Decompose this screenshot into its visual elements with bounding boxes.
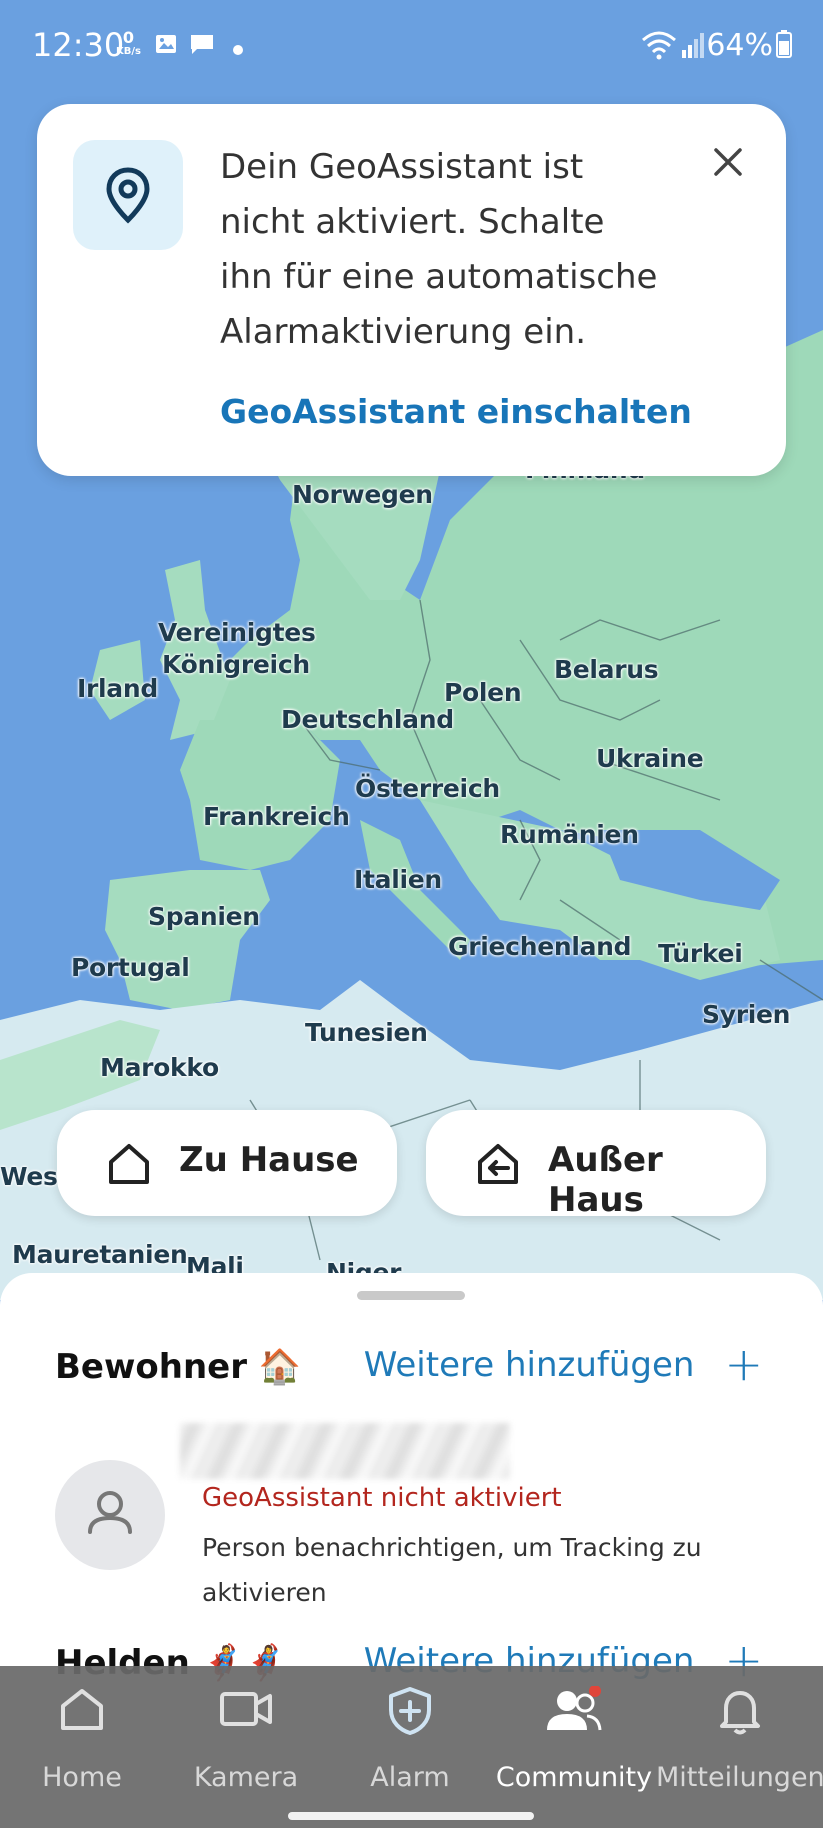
nav-home[interactable]: Home <box>0 1666 164 1816</box>
map-label-syria: Syrien <box>702 1000 791 1029</box>
home-indicator[interactable] <box>288 1812 534 1820</box>
message-icon <box>189 32 215 61</box>
home-icon <box>59 1686 105 1737</box>
map-label-uk-1: Vereinigtes <box>158 618 316 647</box>
battery-icon <box>776 30 792 63</box>
shield-plus-icon <box>387 1686 433 1741</box>
enable-geoassistant-link[interactable]: GeoAssistant einschalten <box>220 392 692 431</box>
map-label-poland: Polen <box>444 678 522 707</box>
nav-community[interactable]: Community <box>492 1666 656 1816</box>
at-home-label: Zu Hause <box>179 1140 359 1180</box>
community-icon <box>545 1685 603 1741</box>
map-label-morocco: Marokko <box>100 1053 219 1082</box>
nav-home-label: Home <box>42 1762 122 1793</box>
nav-community-label: Community <box>495 1762 653 1793</box>
add-residents-button[interactable]: Weitere hinzufügen + <box>363 1337 763 1391</box>
nav-camera-label: Kamera <box>193 1762 299 1793</box>
map-label-greece: Griechenland <box>448 932 632 961</box>
map-label-portugal: Portugal <box>71 953 190 982</box>
map-label-norway: Norwegen <box>292 480 433 509</box>
nav-notifications-label: Mitteilungen <box>656 1762 823 1793</box>
map-label-spain: Spanien <box>148 902 260 931</box>
wifi-icon <box>640 30 678 65</box>
map-label-belarus: Belarus <box>554 655 659 684</box>
map-label-turkey: Türkei <box>658 939 743 968</box>
status-time: 12:30 <box>32 26 125 64</box>
gallery-icon <box>154 32 178 61</box>
map-label-ireland: Irland <box>77 674 158 703</box>
map-label-germany: Deutschland <box>281 705 454 734</box>
map-label-uk-2: Königreich <box>162 650 310 679</box>
bottom-navigation: Home Kamera Alarm Community Mitteilungen <box>0 1666 823 1828</box>
network-speed: 0 KB/s <box>116 30 141 58</box>
bell-icon <box>717 1686 763 1741</box>
close-icon[interactable] <box>710 144 746 180</box>
battery-level: 64% <box>706 28 773 63</box>
map-label-austria: Österreich <box>355 774 500 803</box>
at-home-button[interactable]: Zu Hause <box>57 1110 397 1216</box>
geoassistant-banner: Dein GeoAssistant ist nicht aktiviert. S… <box>37 104 786 476</box>
nav-notifications[interactable]: Mitteilungen <box>656 1666 823 1816</box>
status-bar: 12:30 0 KB/s 64% <box>0 0 823 92</box>
notification-dot-icon <box>233 42 243 60</box>
map-label-tunisia: Tunesien <box>305 1018 428 1047</box>
map-label-romania: Rumänien <box>500 820 639 849</box>
resident-name-redacted <box>180 1423 510 1479</box>
nav-camera[interactable]: Kamera <box>164 1666 328 1816</box>
map-label-ukraine: Ukraine <box>596 744 704 773</box>
signal-icon <box>682 32 704 63</box>
house-icon <box>105 1140 153 1193</box>
nav-alarm[interactable]: Alarm <box>328 1666 492 1816</box>
map-label-mauritania: Mauretanien <box>12 1240 188 1269</box>
network-speed-unit: KB/s <box>116 46 141 57</box>
leave-house-icon <box>474 1140 522 1193</box>
add-residents-label: Weitere hinzufügen <box>363 1345 695 1385</box>
plus-icon: + <box>724 1337 763 1391</box>
map-label-france: Frankreich <box>203 802 350 831</box>
away-label: Außer Haus <box>548 1140 663 1220</box>
away-button[interactable]: Außer Haus <box>426 1110 766 1220</box>
resident-notify-hint[interactable]: Person benachrichtigen, um Tracking zu a… <box>202 1525 722 1615</box>
video-camera-icon <box>219 1686 273 1737</box>
map-label-italy: Italien <box>354 865 442 894</box>
resident-geo-status: GeoAssistant nicht aktiviert <box>202 1483 562 1513</box>
location-icon <box>73 140 183 250</box>
person-icon <box>88 1491 132 1534</box>
geoassistant-message: Dein GeoAssistant ist nicht aktiviert. S… <box>220 147 658 352</box>
network-speed-value: 0 <box>122 28 135 47</box>
avatar[interactable] <box>55 1460 165 1570</box>
nav-alarm-label: Alarm <box>370 1762 450 1793</box>
sheet-drag-handle[interactable] <box>357 1291 465 1300</box>
residents-title: Bewohner 🏠 <box>55 1347 302 1387</box>
